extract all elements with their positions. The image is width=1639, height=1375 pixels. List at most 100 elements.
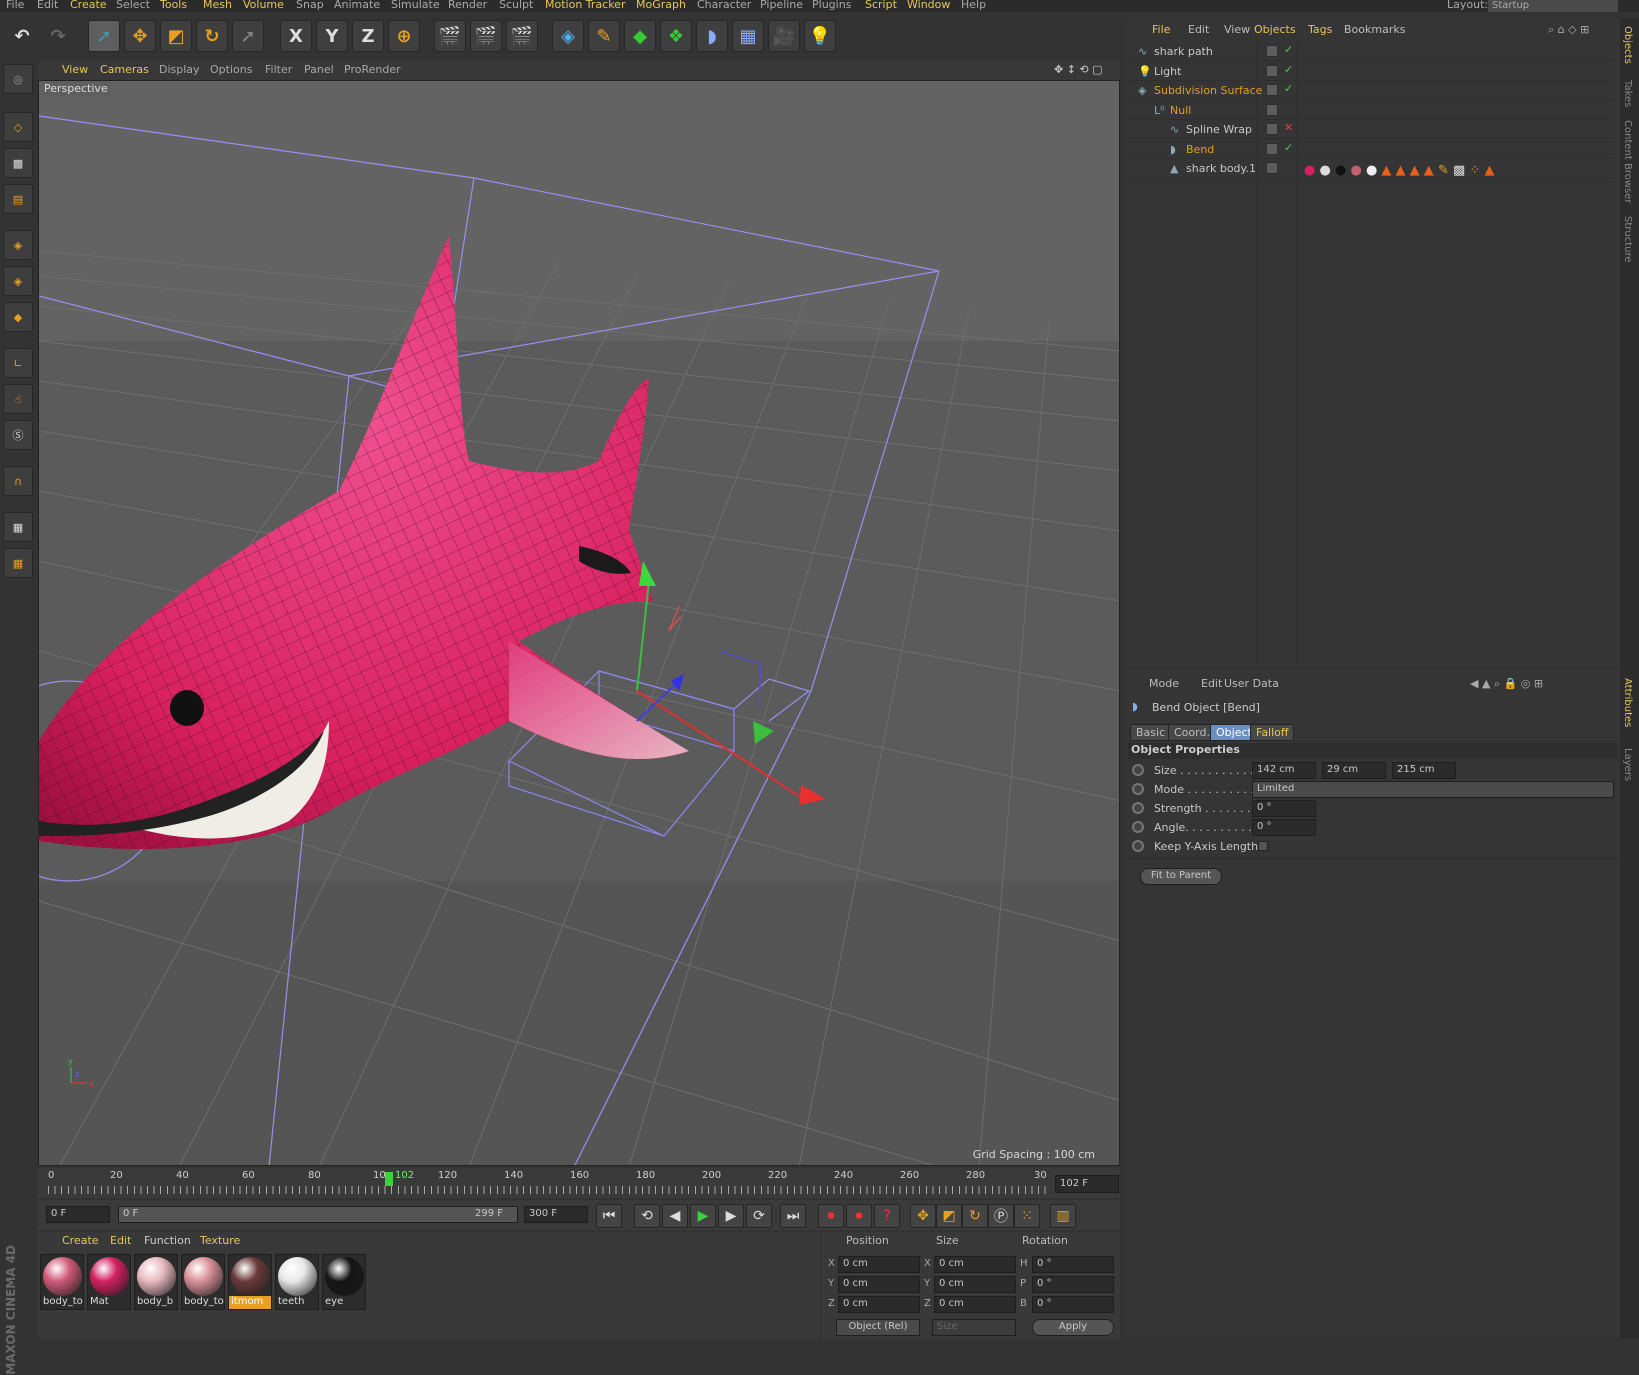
material-tag-icon[interactable]: ● bbox=[1304, 163, 1315, 178]
goto-end-button[interactable]: ⏭ bbox=[780, 1204, 806, 1228]
visibility-toggle[interactable] bbox=[1266, 84, 1278, 96]
obj-menu-objects[interactable]: Objects bbox=[1254, 23, 1296, 36]
select-tool-button[interactable]: ➚ bbox=[88, 20, 120, 52]
viewport-menu-options[interactable]: Options bbox=[210, 63, 252, 76]
model-mode-icon[interactable]: ◇ bbox=[3, 112, 33, 142]
render-settings-button[interactable]: 🎬 bbox=[506, 20, 538, 52]
axis-x-button[interactable]: X bbox=[280, 20, 312, 52]
record-keys-button[interactable]: ⏺ bbox=[818, 1204, 844, 1228]
tab-takes-side[interactable]: Takes bbox=[1622, 80, 1633, 107]
keep-y-axis-checkbox[interactable] bbox=[1258, 841, 1268, 851]
current-frame-field[interactable]: 102 F bbox=[1055, 1175, 1119, 1193]
scale-tool-button[interactable]: ◩ bbox=[160, 20, 192, 52]
menu-mograph[interactable]: MoGraph bbox=[636, 0, 686, 11]
axis-y-button[interactable]: Y bbox=[316, 20, 348, 52]
end-frame-field[interactable]: 300 F bbox=[524, 1206, 588, 1223]
menu-create[interactable]: Create bbox=[70, 0, 107, 11]
material-swatch[interactable]: body_b bbox=[134, 1254, 178, 1310]
render-picture-viewer-button[interactable]: 🎬 bbox=[470, 20, 502, 52]
object-row[interactable]: ◗ Bend ✓ bbox=[1128, 140, 1614, 159]
deformer-button[interactable]: ◗ bbox=[696, 20, 728, 52]
visibility-toggle[interactable] bbox=[1266, 142, 1278, 155]
workplane-lock-icon[interactable]: ▦ bbox=[3, 548, 33, 578]
subdivision-button[interactable]: ◆ bbox=[624, 20, 656, 52]
make-editable-icon[interactable]: ◎ bbox=[3, 64, 33, 94]
object-name[interactable]: Null bbox=[1170, 104, 1191, 117]
material-swatch[interactable]: body_to bbox=[40, 1254, 84, 1310]
selection-tag-icon[interactable]: ▲ ▲ ▲ ▲ bbox=[1381, 163, 1433, 178]
material-swatch[interactable]: body_to bbox=[181, 1254, 225, 1310]
viewport-menu-prorender[interactable]: ProRender bbox=[344, 63, 401, 76]
menu-edit[interactable]: Edit bbox=[37, 0, 58, 11]
edges-mode-icon[interactable]: ◈ bbox=[3, 266, 33, 296]
axis-mode-icon[interactable]: ∟ bbox=[3, 348, 33, 378]
visibility-toggle[interactable] bbox=[1266, 162, 1278, 174]
menu-sculpt[interactable]: Sculpt bbox=[499, 0, 533, 11]
rotation-b-field[interactable]: 0 ° bbox=[1032, 1296, 1114, 1313]
menu-motion-tracker[interactable]: Motion Tracker bbox=[545, 0, 625, 11]
tab-objects-side[interactable]: Objects bbox=[1622, 26, 1633, 64]
strength-input[interactable]: 0 ° bbox=[1252, 800, 1316, 817]
material-swatch[interactable]: eye bbox=[322, 1254, 366, 1310]
material-swatch[interactable]: Mat bbox=[87, 1254, 131, 1310]
tab-content-browser-side[interactable]: Content Browser bbox=[1622, 120, 1633, 203]
position-y-field[interactable]: 0 cm bbox=[838, 1276, 920, 1293]
undo-button[interactable]: ↶ bbox=[6, 20, 38, 52]
viewport-menu-cameras[interactable]: Cameras bbox=[100, 63, 149, 76]
angle-anim-radio[interactable] bbox=[1132, 821, 1144, 833]
tab-layers-side[interactable]: Layers bbox=[1622, 748, 1633, 781]
size-mode-select[interactable]: Size bbox=[932, 1319, 1016, 1336]
texture-mode-icon[interactable]: ▩ bbox=[3, 148, 33, 178]
polygons-mode-icon[interactable]: ◆ bbox=[3, 302, 33, 332]
key-parameter-button[interactable]: Ⓟ bbox=[988, 1204, 1014, 1228]
menu-simulate[interactable]: Simulate bbox=[391, 0, 440, 11]
render-view-button[interactable]: 🎬 bbox=[434, 20, 466, 52]
key-position-button[interactable]: ✥ bbox=[910, 1204, 936, 1228]
menu-window[interactable]: Window bbox=[907, 0, 950, 11]
menu-character[interactable]: Character bbox=[697, 0, 751, 11]
tab-attributes-side[interactable]: Attributes bbox=[1622, 678, 1633, 727]
rotate-tool-button[interactable]: ↻ bbox=[196, 20, 228, 52]
tab-basic[interactable]: Basic bbox=[1130, 724, 1172, 741]
menu-pipeline[interactable]: Pipeline bbox=[760, 0, 803, 11]
menu-file[interactable]: File bbox=[6, 0, 24, 11]
menu-animate[interactable]: Animate bbox=[334, 0, 380, 11]
viewport-menu-display[interactable]: Display bbox=[159, 63, 200, 76]
obj-menu-edit[interactable]: Edit bbox=[1188, 23, 1209, 36]
cube-object-button[interactable]: ◈ bbox=[552, 20, 584, 52]
material-swatch[interactable]: teeth bbox=[275, 1254, 319, 1310]
menu-script[interactable]: Script bbox=[865, 0, 897, 11]
mode-select[interactable]: Limited bbox=[1252, 781, 1614, 798]
tab-coord[interactable]: Coord. bbox=[1168, 724, 1216, 741]
start-frame-field[interactable]: 0 F bbox=[46, 1206, 110, 1223]
object-name[interactable]: shark body.1 bbox=[1186, 162, 1256, 175]
attr-menu-mode[interactable]: Mode bbox=[1149, 677, 1179, 690]
axis-z-button[interactable]: Z bbox=[352, 20, 384, 52]
fit-to-parent-button[interactable]: Fit to Parent bbox=[1140, 868, 1222, 885]
next-key-button[interactable]: ⟳ bbox=[746, 1204, 772, 1228]
object-name[interactable]: shark path bbox=[1154, 45, 1213, 58]
mode-anim-radio[interactable] bbox=[1132, 783, 1144, 795]
coordinate-system-button[interactable]: ⊕ bbox=[388, 20, 420, 52]
tab-falloff[interactable]: Falloff bbox=[1250, 724, 1295, 741]
enable-toggle[interactable]: ✓ bbox=[1284, 63, 1293, 76]
strength-anim-radio[interactable] bbox=[1132, 802, 1144, 814]
size-y-field[interactable]: 0 cm bbox=[934, 1276, 1016, 1293]
range-slider[interactable]: 0 F 299 F bbox=[118, 1206, 518, 1223]
object-name[interactable]: Bend bbox=[1186, 143, 1214, 156]
menu-snap[interactable]: Snap bbox=[296, 0, 324, 11]
workplane-mode-icon[interactable]: ▤ bbox=[3, 184, 33, 214]
viewport-menu-filter[interactable]: Filter bbox=[265, 63, 292, 76]
size-anim-radio[interactable] bbox=[1132, 764, 1144, 776]
object-name[interactable]: Subdivision Surface bbox=[1154, 84, 1262, 97]
object-row[interactable]: ∿ shark path ✓ bbox=[1128, 42, 1614, 61]
size-x-field[interactable]: 0 cm bbox=[934, 1256, 1016, 1273]
play-button[interactable]: ▶ bbox=[690, 1204, 716, 1228]
phong-tag-icon[interactable]: ⁘ bbox=[1469, 163, 1480, 178]
timeline-ruler[interactable]: 0 20 40 60 80 10 102 120 140 160 180 200… bbox=[38, 1168, 1120, 1198]
keyframe-selection-button[interactable]: ? bbox=[874, 1204, 900, 1228]
prev-key-button[interactable]: ⟲ bbox=[634, 1204, 660, 1228]
material-tag-icon[interactable]: ● bbox=[1335, 163, 1346, 178]
material-menu-edit[interactable]: Edit bbox=[110, 1234, 131, 1247]
perspective-viewport[interactable]: y x z Perspective Grid Spacing : 100 cm bbox=[38, 80, 1120, 1166]
